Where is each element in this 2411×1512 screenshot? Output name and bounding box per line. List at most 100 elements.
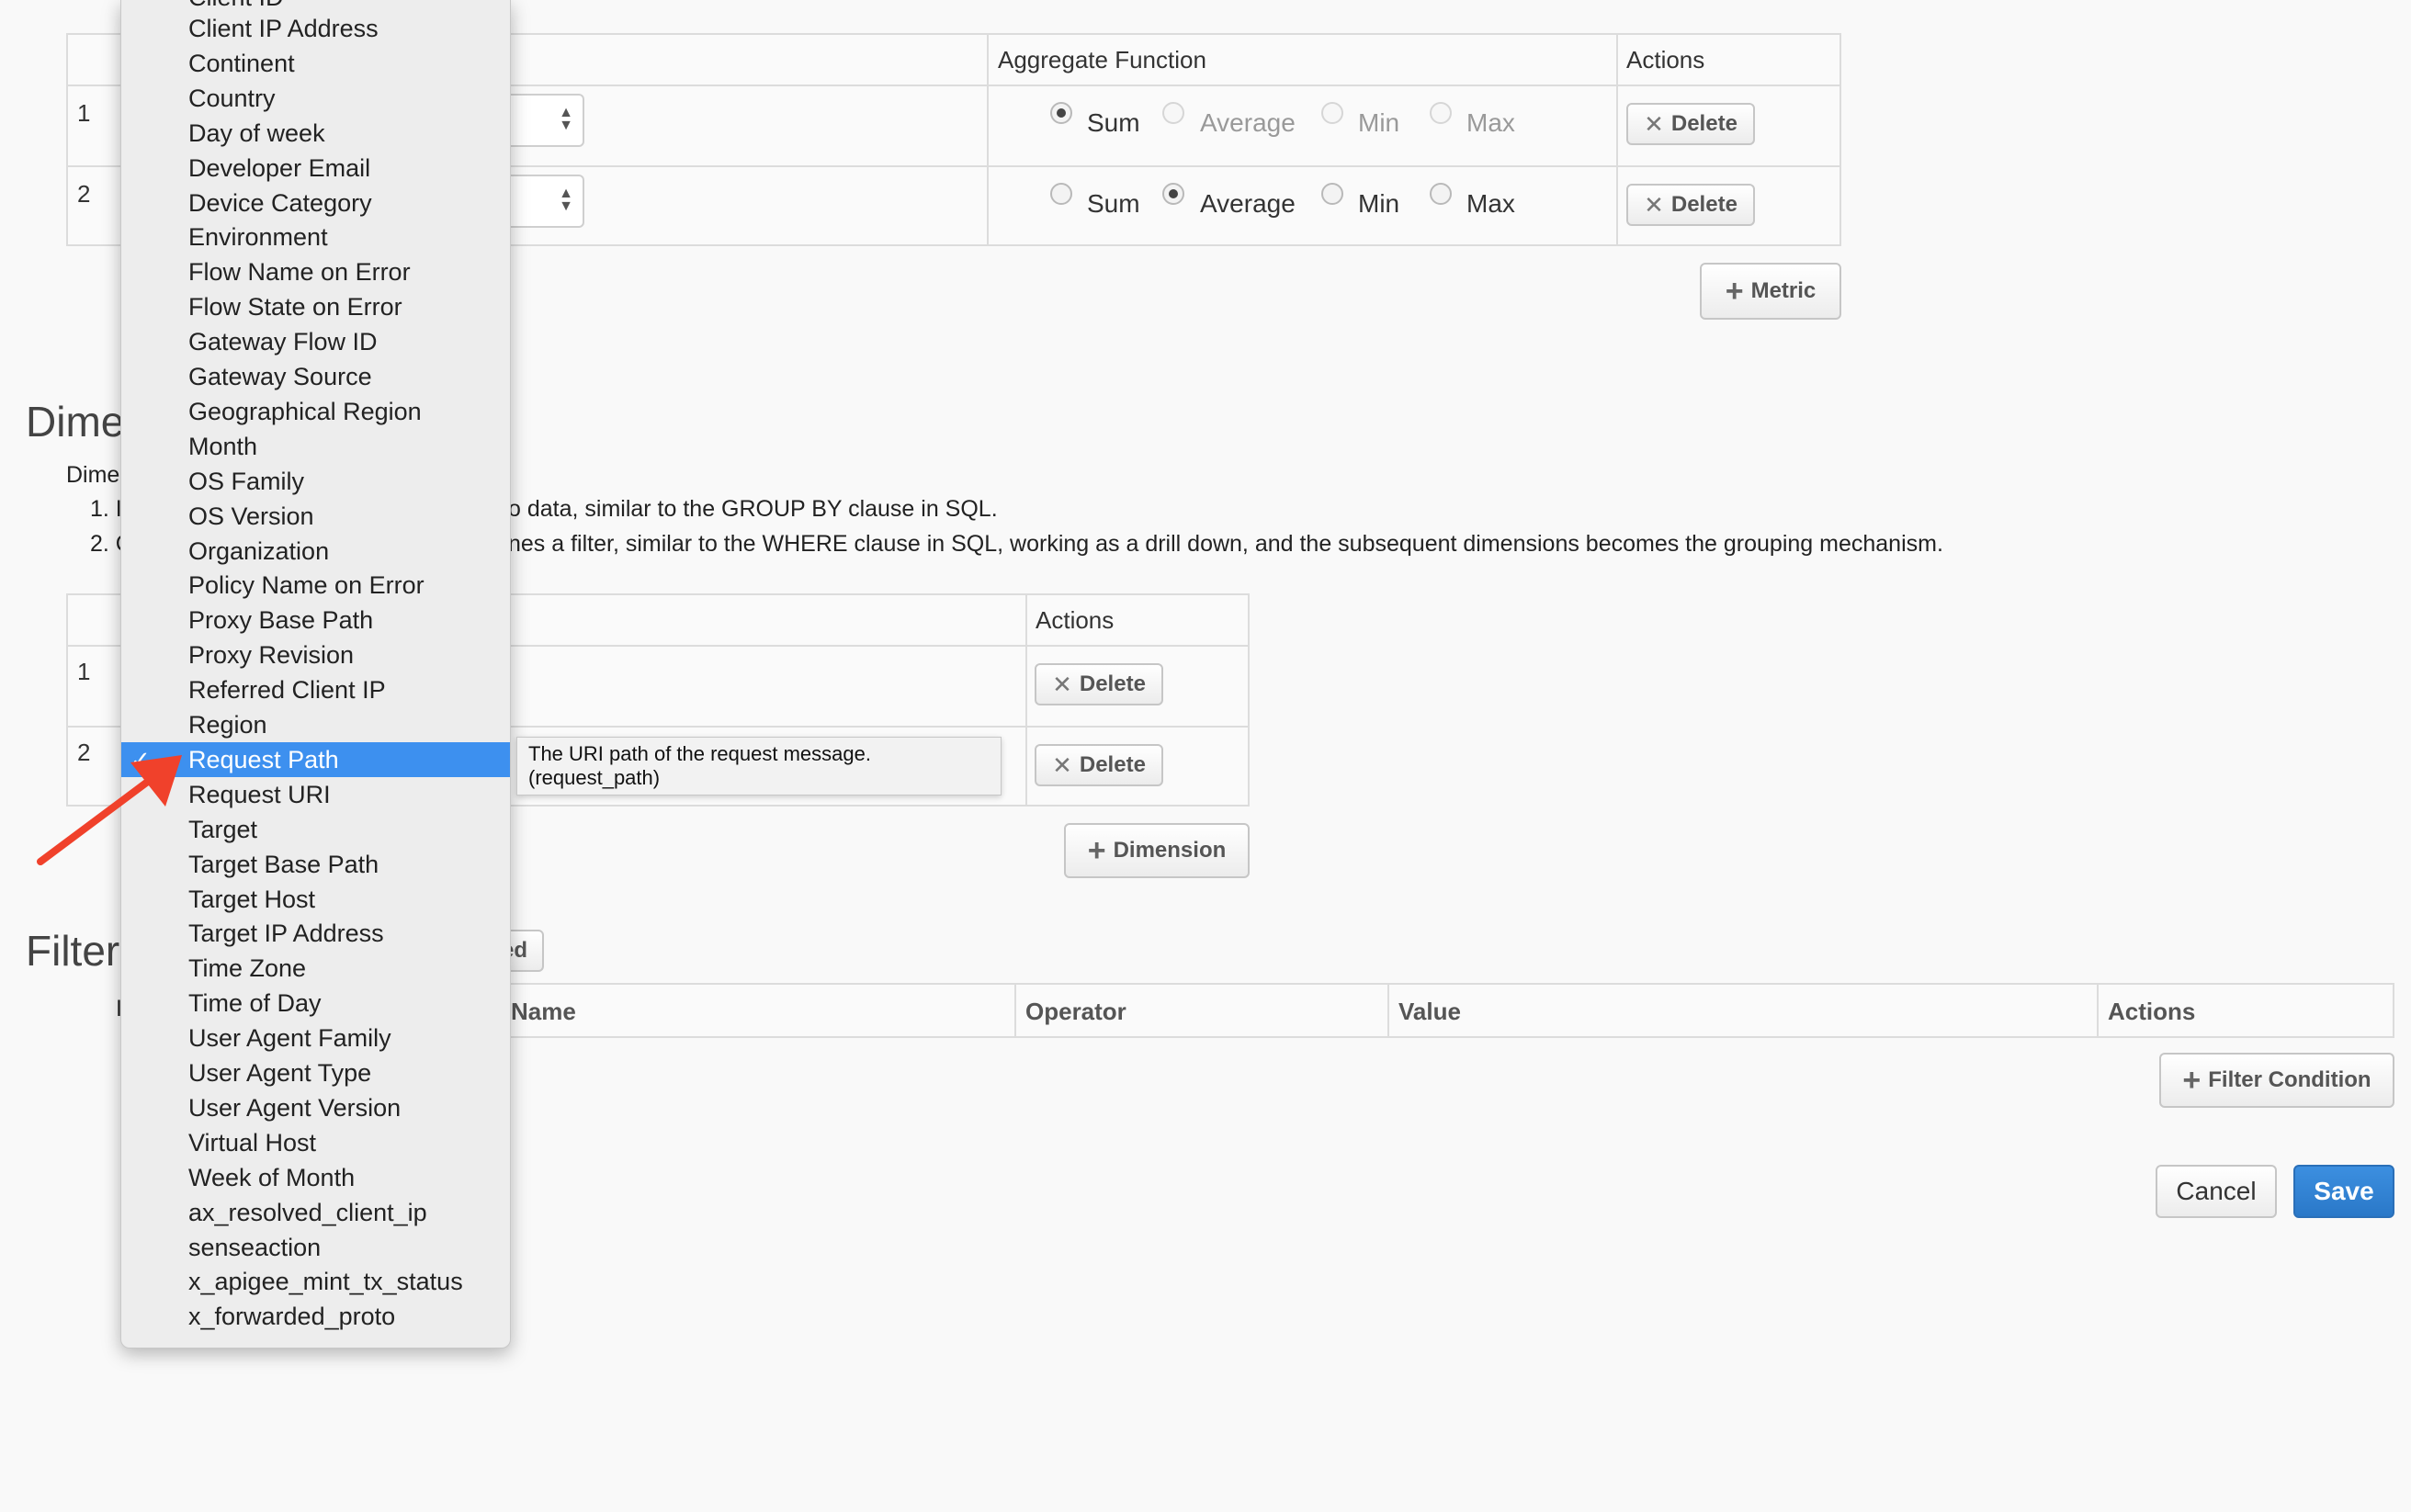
aggregate-min-label: Min — [1358, 108, 1400, 137]
dropdown-option[interactable]: User Agent Type — [121, 1055, 510, 1090]
filter-name-header: Name — [511, 998, 576, 1025]
dropdown-option[interactable]: x_forwarded_proto — [121, 1299, 510, 1334]
plus-icon: + — [1087, 833, 1106, 868]
tooltip-description: The URI path of the request message. — [528, 742, 871, 765]
annotation-arrow-icon — [37, 755, 182, 865]
dimension-dropdown-menu: Client ID Client IP AddressContinentCoun… — [120, 0, 511, 1348]
add-dimension-label: Dimension — [1113, 838, 1227, 863]
dropdown-option[interactable]: Flow Name on Error — [121, 254, 510, 289]
aggregate-max-label: Max — [1466, 108, 1515, 137]
dropdown-option[interactable]: Gateway Source — [121, 359, 510, 394]
cancel-label: Cancel — [2176, 1177, 2257, 1205]
aggregate-average-radio[interactable] — [1162, 183, 1184, 205]
dropdown-option[interactable]: Geographical Region — [121, 394, 510, 429]
dropdown-option[interactable]: OS Family — [121, 464, 510, 499]
aggregate-average-label: Average — [1200, 108, 1296, 137]
aggregate-function-header: Aggregate Function — [998, 46, 1206, 73]
option-tooltip: The URI path of the request message. (re… — [516, 737, 1002, 795]
filters-title: Filter — [26, 927, 120, 975]
dimensions-actions-header: Actions — [1036, 606, 1115, 634]
add-metric-label: Metric — [1750, 278, 1817, 303]
tooltip-field-name: (request_path) — [528, 766, 661, 789]
dropdown-option[interactable]: ax_resolved_client_ip — [121, 1195, 510, 1230]
delete-dimension-button[interactable]: ✕ Delete — [1035, 744, 1163, 786]
dropdown-option[interactable]: Proxy Revision — [121, 638, 510, 672]
dimension-rule-2-text: nes a filter, similar to the WHERE claus… — [508, 531, 1943, 557]
aggregate-max-radio[interactable] — [1430, 102, 1452, 124]
filter-actions-header: Actions — [2108, 998, 2196, 1025]
select-arrows-icon: ▲ ▼ — [559, 105, 573, 133]
dropdown-option[interactable]: User Agent Family — [121, 1021, 510, 1055]
metric-row-number: 1 — [77, 99, 91, 127]
dimensions-title: Dime — [26, 398, 125, 446]
dropdown-option[interactable]: Organization — [121, 534, 510, 569]
delete-label: Delete — [1670, 111, 1738, 136]
aggregate-average-label: Average — [1200, 189, 1296, 218]
delete-label: Delete — [1670, 192, 1738, 217]
delete-label: Delete — [1079, 671, 1146, 696]
aggregate-max-label: Max — [1466, 189, 1515, 218]
dropdown-option[interactable]: Target Host — [121, 882, 510, 917]
metrics-actions-header: Actions — [1626, 46, 1705, 73]
delete-metric-button[interactable]: ✕ Delete — [1626, 103, 1755, 145]
close-icon: ✕ — [1052, 670, 1072, 698]
dropdown-option[interactable]: x_apigee_mint_tx_status — [121, 1264, 510, 1299]
aggregate-sum-radio[interactable] — [1050, 183, 1072, 205]
save-button[interactable]: Save — [2293, 1165, 2394, 1218]
dimension-row-number: 1 — [77, 658, 91, 685]
dropdown-option-label: Request Path — [188, 745, 339, 773]
dropdown-option[interactable]: Environment — [121, 220, 510, 254]
dropdown-option[interactable]: Time of Day — [121, 986, 510, 1021]
dropdown-option[interactable]: Time Zone — [121, 951, 510, 986]
dropdown-option[interactable]: Country — [121, 81, 510, 116]
aggregate-sum-label: Sum — [1087, 108, 1140, 137]
add-dimension-button[interactable]: + Dimension — [1064, 823, 1250, 878]
dimension-rule-1-text: o data, similar to the GROUP BY clause i… — [508, 496, 998, 522]
dropdown-option[interactable]: Target IP Address — [121, 916, 510, 951]
delete-label: Delete — [1079, 752, 1146, 777]
dropdown-option[interactable]: User Agent Version — [121, 1090, 510, 1125]
add-filter-label: Filter Condition — [2208, 1067, 2371, 1092]
dropdown-option[interactable]: senseaction — [121, 1230, 510, 1265]
aggregate-max-radio[interactable] — [1430, 183, 1452, 205]
aggregate-sum-radio[interactable] — [1050, 102, 1072, 124]
aggregate-min-radio[interactable] — [1321, 102, 1343, 124]
dropdown-option[interactable]: Continent — [121, 46, 510, 81]
dropdown-option[interactable]: Day of week — [121, 116, 510, 151]
dropdown-option[interactable]: Week of Month — [121, 1160, 510, 1195]
dropdown-option[interactable]: Client IP Address — [121, 11, 510, 46]
dropdown-option[interactable]: Gateway Flow ID — [121, 324, 510, 359]
dropdown-option[interactable]: Virtual Host — [121, 1125, 510, 1160]
dropdown-option[interactable]: Month — [121, 429, 510, 464]
metric-row-number: 2 — [77, 180, 91, 208]
dimension-rule-1-number: 1. I — [90, 496, 122, 522]
add-metric-button[interactable]: + Metric — [1700, 263, 1841, 320]
plus-icon: + — [2182, 1063, 2202, 1098]
filter-value-header: Value — [1398, 998, 1461, 1025]
plus-icon: + — [1725, 274, 1744, 309]
aggregate-average-radio[interactable] — [1162, 102, 1184, 124]
filters-table: Name Operator Value Actions — [496, 983, 2394, 1038]
delete-dimension-button[interactable]: ✕ Delete — [1035, 663, 1163, 705]
close-icon: ✕ — [1052, 750, 1072, 779]
save-label: Save — [2314, 1177, 2374, 1205]
dimensions-description-label: Dime — [66, 462, 120, 488]
aggregate-min-label: Min — [1358, 189, 1400, 218]
cancel-button[interactable]: Cancel — [2156, 1165, 2277, 1218]
dropdown-option[interactable]: Referred Client IP — [121, 672, 510, 707]
dropdown-option[interactable]: OS Version — [121, 499, 510, 534]
dropdown-option[interactable]: Proxy Base Path — [121, 603, 510, 638]
dropdown-option[interactable]: Region — [121, 707, 510, 742]
aggregate-min-radio[interactable] — [1321, 183, 1343, 205]
dropdown-option[interactable]: Developer Email — [121, 151, 510, 186]
aggregate-sum-label: Sum — [1087, 189, 1140, 218]
delete-metric-button[interactable]: ✕ Delete — [1626, 184, 1755, 226]
filter-operator-header: Operator — [1025, 998, 1126, 1025]
add-filter-condition-button[interactable]: + Filter Condition — [2159, 1053, 2394, 1108]
dropdown-option[interactable]: Device Category — [121, 186, 510, 220]
close-icon: ✕ — [1644, 190, 1664, 219]
dropdown-option[interactable]: Policy Name on Error — [121, 568, 510, 603]
dropdown-option[interactable]: Flow State on Error — [121, 289, 510, 324]
select-arrows-icon: ▲ ▼ — [559, 186, 573, 214]
close-icon: ✕ — [1644, 109, 1664, 138]
